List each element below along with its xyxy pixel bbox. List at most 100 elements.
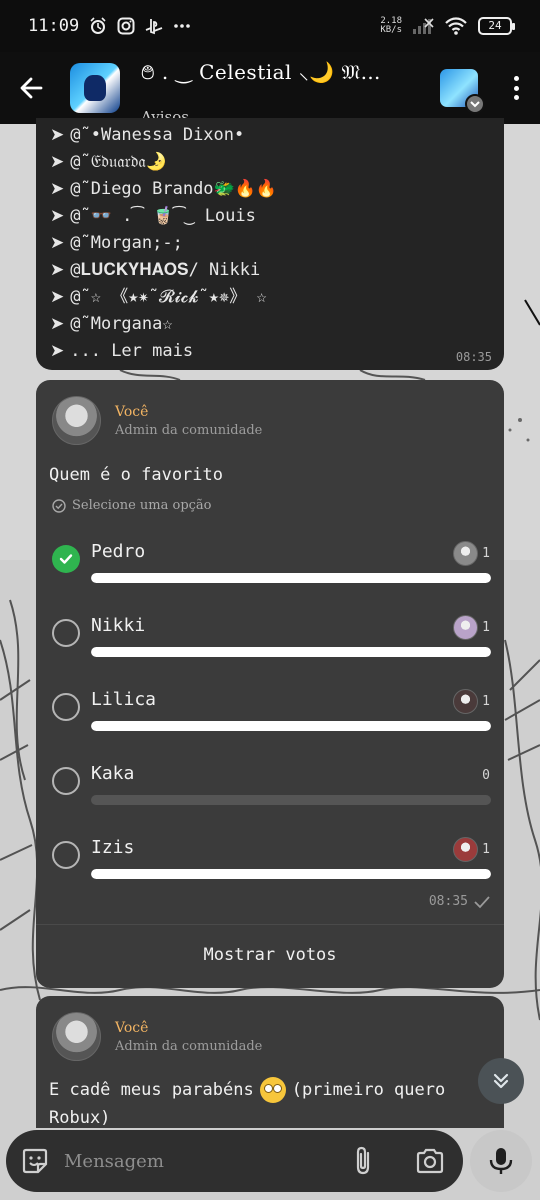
mention-text: @˜Morgan;-; [70,233,183,253]
avatar[interactable] [52,396,101,445]
sender-role: Admin da comunidade [115,1038,263,1054]
read-more-label: ... Ler mais [70,341,194,361]
poll-time: 08:35 [429,894,490,909]
poll-option-progress-fill [91,647,491,657]
poll-option-progress-bar [91,795,491,805]
mention-text: @𝐋𝐔𝐂𝐊𝐘𝐇𝐀𝐎𝐒/ Nikki [70,260,261,280]
sender-role: Admin da comunidade [115,422,263,438]
arrow-bullet-icon: ➤ [50,287,65,307]
poll-option-vote-count: 1 [482,546,490,561]
poll-option-lilica[interactable]: Lilica 1 [36,689,504,763]
poll-option-vote-count: 0 [482,768,490,783]
next-message-bubble[interactable]: Você Admin da comunidade E cadê meus par… [36,996,504,1128]
chevron-down-icon [465,94,485,114]
cell-signal-icon [413,18,434,34]
poll-hint: Selecione uma opção [52,498,212,513]
mention-item[interactable]: ➤ @˜👓 .͡ 🧋͡‿ Louis [50,203,490,230]
battery-icon: 24 [478,17,515,35]
avatar[interactable] [52,1012,101,1061]
instagram-icon [117,17,135,35]
voter-avatar[interactable] [453,837,478,862]
mention-item[interactable]: ➤ @˜☆ 《★✷˜𝓡𝓲𝓬𝓴˜★✵》 ☆ [50,284,490,311]
radio-button[interactable] [52,841,80,869]
playstation-icon [145,19,163,35]
poll-option-progress-fill [91,573,491,583]
more-options-button[interactable] [506,73,526,103]
mention-list: ➤ @˜•Wanessa Dixon• ➤ @˜𝔈𝔡𝔲𝔞𝔯𝔡𝔞🌛 ➤ @˜Diego Br… [50,122,490,338]
arrow-bullet-icon: ➤ [50,152,65,172]
mention-item[interactable]: ➤ @𝐋𝐔𝐂𝐊𝐘𝐇𝐀𝐎𝐒/ Nikki [50,257,490,284]
microphone-button[interactable] [470,1130,532,1192]
poll-option-progress-bar [91,869,491,879]
mention-item[interactable]: ➤ @˜Morgan;-; [50,230,490,257]
radio-button[interactable] [52,767,80,795]
previous-message-bubble[interactable]: ➤ @˜•Wanessa Dixon• ➤ @˜𝔈𝔡𝔲𝔞𝔯𝔡𝔞🌛 ➤ @˜Diego Br… [36,118,504,370]
sent-check-icon [474,895,490,908]
radio-button[interactable] [52,693,80,721]
radio-button[interactable] [52,619,80,647]
arrow-bullet-icon: ➤ [50,206,65,226]
message-time: 08:35 [455,350,492,364]
mention-item[interactable]: ➤ @˜•Wanessa Dixon• [50,122,490,149]
chat-title-area[interactable]: ࿉ . ‿ Celestial ⸜🌙 𝔐… Avisos [141,50,440,126]
alarm-icon [90,17,106,34]
message-sender[interactable]: Você Admin da comunidade [52,1012,262,1061]
read-more-link[interactable]: ➤... Ler mais [50,338,490,365]
poll-sender[interactable]: Você Admin da comunidade [52,396,262,445]
message-text: E cadê meus parabéns (primeiro quero Robu… [49,1076,469,1128]
checked-radio-icon[interactable] [52,545,80,573]
poll-option-label: Lilica [91,689,157,710]
poll-option-vote-count: 1 [482,842,490,857]
sender-name: Você [115,403,149,420]
community-icon[interactable] [440,69,485,114]
mention-text: @˜𝔈𝔡𝔲𝔞𝔯𝔡𝔞🌛 [70,152,167,172]
poll-option-progress-bar [91,647,491,657]
poll-option-label: Nikki [91,615,146,636]
poll-question: Quem é o favorito [49,465,223,485]
message-input[interactable] [64,1145,334,1177]
poll-time-label: 08:35 [428,894,468,909]
poll-message-bubble: Você Admin da comunidade Quem é o favori… [36,380,504,988]
net-speed-unit: KB/s [380,25,402,35]
arrow-bullet-icon: ➤ [50,260,65,280]
mention-item[interactable]: ➤ @˜Morgana☆ [50,311,490,338]
mention-text: @˜☆ 《★✷˜𝓡𝓲𝓬𝓴˜★✵》 ☆ [70,287,267,307]
poll-option-progress-fill [91,869,491,879]
rolling-eyes-emoji-icon [259,1077,286,1103]
arrow-bullet-icon: ➤ [50,125,65,145]
chat-avatar[interactable] [70,63,120,113]
wifi-icon [445,17,467,35]
poll-option-label: Pedro [91,541,146,562]
poll-option-nikki[interactable]: Nikki 1 [36,615,504,689]
poll-option-kaka[interactable]: Kaka 0 [36,763,504,837]
sender-name: Você [115,1019,149,1036]
chat-title: ࿉ . ‿ Celestial ⸜🌙 𝔐… [141,60,381,84]
poll-option-pedro[interactable]: Pedro 1 [36,541,504,615]
poll-option-vote-count: 1 [482,694,490,709]
status-bar: 11:09 2.18 KB/s 24 [0,0,540,52]
scroll-to-bottom-button[interactable] [478,1058,524,1104]
net-speed: 2.18 KB/s [380,17,402,35]
mention-text: @˜👓 .͡ 🧋͡‿ Louis [70,206,256,226]
battery-level: 24 [488,19,502,32]
more-notifications-icon [174,24,190,28]
voter-avatar[interactable] [453,689,478,714]
message-text-part-1: E cadê meus parabéns [49,1080,254,1100]
double-chevron-down-icon [493,1073,509,1089]
voter-avatar[interactable] [453,541,478,566]
poll-option-vote-count: 1 [482,620,490,635]
paperclip-icon[interactable] [351,1145,375,1177]
voter-avatar[interactable] [453,615,478,640]
mention-item[interactable]: ➤ @˜𝔈𝔡𝔲𝔞𝔯𝔡𝔞🌛 [50,149,490,176]
back-button[interactable] [14,70,50,106]
poll-option-progress-bar [91,573,491,583]
arrow-bullet-icon: ➤ [50,233,65,253]
arrow-bullet-icon: ➤ [50,341,65,361]
poll-option-label: Kaka [91,763,135,784]
show-votes-button[interactable]: Mostrar votos [36,925,504,985]
poll-option-label: Izis [91,837,135,858]
camera-icon[interactable] [415,1147,445,1175]
mention-item[interactable]: ➤ @˜Diego Brando🐲🔥🔥 [50,176,490,203]
sticker-icon[interactable] [20,1146,50,1176]
status-time: 11:09 [28,16,80,36]
